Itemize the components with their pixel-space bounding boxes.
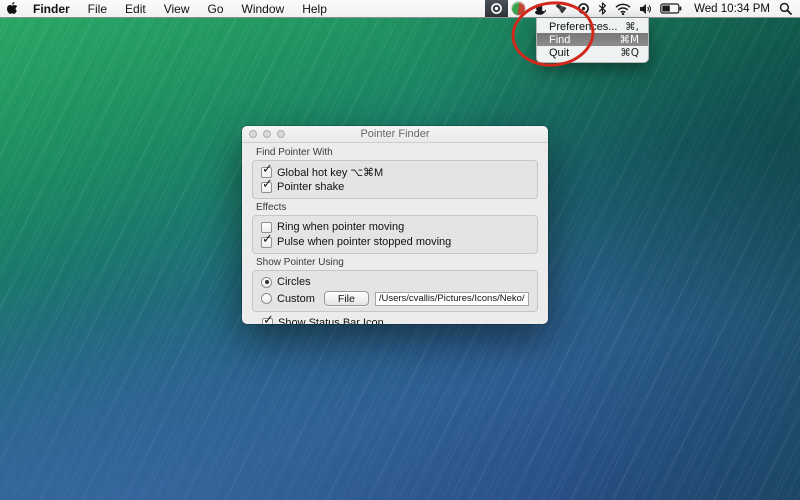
pointer-shake-checkbox[interactable]: ✓	[261, 182, 272, 193]
apple-menu[interactable]	[0, 0, 24, 17]
pulse-when-stopped-checkbox[interactable]: ✓	[261, 237, 272, 248]
volume-icon	[639, 3, 652, 15]
menu-item-shortcut: ⌘,	[625, 21, 639, 33]
volume-status-icon[interactable]	[635, 0, 656, 17]
checkbox-label: Pointer shake	[277, 181, 344, 193]
radio-label: Circles	[277, 276, 311, 288]
group-show-pointer-using: Circles Custom File	[252, 270, 538, 312]
menubar-item-finder[interactable]: Finder	[24, 0, 79, 17]
pointer-finder-window: Pointer Finder Find Pointer With ✓ Globa…	[242, 126, 548, 324]
custom-radio[interactable]	[261, 293, 272, 304]
menubar-item-go[interactable]: Go	[199, 0, 233, 17]
pointer-finder-status-icon[interactable]	[485, 0, 508, 17]
magnifier-icon	[779, 2, 792, 15]
checkbox-row-ring-moving: ✓ Ring when pointer moving	[261, 220, 529, 234]
checkbox-label: Pulse when pointer stopped moving	[277, 236, 451, 248]
checkbox-row-status-bar-icon: ✓ Show Status Bar Icon	[262, 316, 534, 324]
menubar-item-view[interactable]: View	[155, 0, 199, 17]
window-footer: ✓ Show Status Bar Icon Close Quit	[252, 312, 538, 324]
cat-status-icon[interactable]	[529, 0, 550, 17]
wifi-status-icon[interactable]	[611, 0, 635, 17]
show-status-bar-icon-checkbox[interactable]: ✓	[262, 318, 273, 325]
target-status-icon[interactable]	[573, 0, 594, 17]
check-icon: ✓	[262, 162, 273, 177]
checkbox-label: Show Status Bar Icon	[278, 317, 384, 324]
check-icon: ✓	[262, 232, 273, 247]
menu-item-label: Preferences...	[549, 21, 617, 33]
menu-item-find[interactable]: Find ⌘M	[537, 33, 648, 46]
circles-radio[interactable]	[261, 277, 272, 288]
menu-item-preferences[interactable]: Preferences... ⌘,	[537, 20, 648, 33]
check-icon: ✓	[262, 177, 273, 192]
close-window-button[interactable]	[249, 130, 257, 138]
menu-item-label: Find	[549, 34, 570, 46]
section-label-show-pointer-using: Show Pointer Using	[256, 257, 538, 268]
menu-item-quit[interactable]: Quit ⌘Q	[537, 46, 648, 59]
target-icon	[577, 2, 590, 15]
apple-icon	[6, 2, 18, 16]
wifi-icon	[615, 3, 631, 15]
radio-row-circles: Circles	[261, 275, 529, 289]
custom-icon-path-field[interactable]	[375, 292, 529, 306]
menu-item-shortcut: ⌘Q	[620, 47, 639, 59]
minimize-window-button[interactable]	[263, 130, 271, 138]
window-title: Pointer Finder	[360, 128, 429, 140]
spotlight-button[interactable]	[777, 0, 800, 17]
window-content: Find Pointer With ✓ Global hot key ⌥⌘M ✓…	[242, 143, 548, 324]
menubar-item-help[interactable]: Help	[293, 0, 336, 17]
target-icon	[490, 2, 503, 15]
group-effects: ✓ Ring when pointer moving ✓ Pulse when …	[252, 215, 538, 254]
file-button[interactable]: File	[324, 291, 369, 306]
flashlight-status-icon[interactable]	[550, 0, 573, 17]
menu-bar-left: Finder File Edit View Go Window Help	[0, 0, 336, 17]
bluetooth-icon	[598, 2, 607, 15]
checkbox-row-global-hotkey: ✓ Global hot key ⌥⌘M	[261, 165, 529, 179]
flashlight-icon	[554, 2, 569, 15]
group-find-pointer-with: ✓ Global hot key ⌥⌘M ✓ Pointer shake	[252, 160, 538, 199]
section-label-effects: Effects	[256, 202, 538, 213]
menu-bar-status-area: Wed 10:34 PM	[485, 0, 800, 17]
checkbox-row-pointer-shake: ✓ Pointer shake	[261, 180, 529, 194]
menu-item-label: Quit	[549, 47, 569, 59]
check-icon: ✓	[263, 313, 274, 325]
menubar-item-window[interactable]: Window	[233, 0, 294, 17]
cat-icon	[533, 3, 546, 15]
radio-label: Custom	[277, 293, 315, 305]
globe-icon	[512, 2, 525, 15]
battery-icon	[660, 3, 682, 14]
menu-bar-clock[interactable]: Wed 10:34 PM	[686, 3, 777, 15]
window-titlebar[interactable]: Pointer Finder	[242, 126, 548, 143]
radio-row-custom: Custom File	[261, 290, 529, 307]
checkbox-label: Ring when pointer moving	[277, 221, 404, 233]
bluetooth-status-icon[interactable]	[594, 0, 611, 17]
menubar-item-file[interactable]: File	[79, 0, 116, 17]
status-item-menu: Preferences... ⌘, Find ⌘M Quit ⌘Q	[536, 18, 649, 63]
checkbox-label: Global hot key ⌥⌘M	[277, 166, 383, 179]
section-label-find-pointer-with: Find Pointer With	[256, 147, 538, 158]
checkbox-row-pulse-stopped: ✓ Pulse when pointer stopped moving	[261, 235, 529, 249]
menu-item-shortcut: ⌘M	[619, 34, 639, 46]
menubar-item-edit[interactable]: Edit	[116, 0, 155, 17]
window-controls	[249, 126, 285, 142]
zoom-window-button[interactable]	[277, 130, 285, 138]
globe-status-icon[interactable]	[508, 0, 529, 17]
menu-bar: Finder File Edit View Go Window Help	[0, 0, 800, 18]
battery-status-icon[interactable]	[656, 0, 686, 17]
